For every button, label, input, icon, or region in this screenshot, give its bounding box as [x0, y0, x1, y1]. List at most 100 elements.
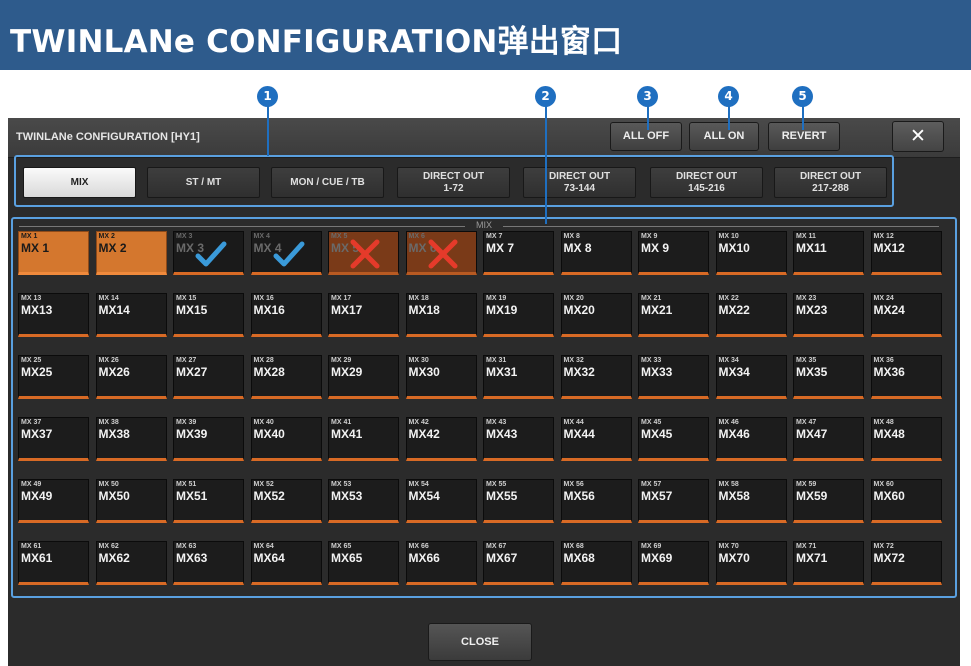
mix-cell-44[interactable]: MX 44 MX44	[560, 417, 632, 461]
mix-cell-55[interactable]: MX 55 MX55	[483, 479, 554, 523]
mix-cell-26[interactable]: MX 26 MX26	[95, 355, 167, 399]
mix-cell-70[interactable]: MX 70 MX70	[715, 541, 787, 585]
mix-cell-30[interactable]: MX 30 MX30	[405, 355, 477, 399]
mix-cell-53[interactable]: MX 53 MX53	[328, 479, 399, 523]
close-icon[interactable]: ✕	[892, 121, 944, 152]
mix-cell-42[interactable]: MX 42 MX42	[405, 417, 477, 461]
mix-cell-14[interactable]: MX 14 MX14	[95, 293, 167, 337]
revert-button[interactable]: REVERT	[768, 122, 840, 151]
mix-cell-24[interactable]: MX 24 MX24	[870, 293, 942, 337]
mix-cell-36[interactable]: MX 36 MX36	[870, 355, 942, 399]
mix-cell-59[interactable]: MX 59 MX59	[793, 479, 864, 523]
mix-cell-54[interactable]: MX 54 MX54	[405, 479, 477, 523]
tab-direct-out-1-72[interactable]: DIRECT OUT 1-72	[397, 167, 510, 198]
mix-cell-64[interactable]: MX 64 MX64	[250, 541, 322, 585]
mix-cell-49[interactable]: MX 49 MX49	[18, 479, 89, 523]
mix-cell-57[interactable]: MX 57 MX57	[638, 479, 709, 523]
mix-cell-40[interactable]: MX 40 MX40	[250, 417, 322, 461]
tab-direct-out-217-288[interactable]: DIRECT OUT 217-288	[774, 167, 887, 198]
cell-channel-label: MX 31	[486, 357, 507, 364]
mix-cell-60[interactable]: MX 60 MX60	[870, 479, 942, 523]
mix-cell-46[interactable]: MX 46 MX46	[715, 417, 787, 461]
cell-name: MX55	[486, 489, 518, 503]
mix-cell-51[interactable]: MX 51 MX51	[173, 479, 244, 523]
cell-name: MX21	[641, 303, 673, 317]
mix-cell-29[interactable]: MX 29 MX29	[328, 355, 399, 399]
mix-cell-15[interactable]: MX 15 MX15	[173, 293, 244, 337]
mix-cell-72[interactable]: MX 72 MX72	[870, 541, 942, 585]
mix-cell-27[interactable]: MX 27 MX27	[173, 355, 244, 399]
cell-name: MX38	[98, 427, 130, 441]
mix-cell-3[interactable]: MX 3 MX 3	[173, 231, 244, 275]
mix-cell-39[interactable]: MX 39 MX39	[173, 417, 244, 461]
mix-cell-8[interactable]: MX 8 MX 8	[560, 231, 632, 275]
cell-name: MX22	[718, 303, 750, 317]
mix-cell-19[interactable]: MX 19 MX19	[483, 293, 554, 337]
mix-cell-28[interactable]: MX 28 MX28	[250, 355, 322, 399]
cell-name: MX15	[176, 303, 208, 317]
all-off-button[interactable]: ALL OFF	[610, 122, 682, 151]
tab-direct-out-73-144[interactable]: DIRECT OUT 73-144	[523, 167, 636, 198]
cell-name: MX 9	[641, 241, 670, 255]
mix-cell-52[interactable]: MX 52 MX52	[250, 479, 322, 523]
mix-cell-17[interactable]: MX 17 MX17	[328, 293, 399, 337]
mix-cell-34[interactable]: MX 34 MX34	[715, 355, 787, 399]
cell-name: MX71	[796, 551, 828, 565]
cell-channel-label: MX 23	[796, 295, 817, 302]
cell-name: MX35	[796, 365, 828, 379]
mix-cell-65[interactable]: MX 65 MX65	[328, 541, 399, 585]
cell-channel-label: MX 53	[331, 481, 352, 488]
mix-cell-23[interactable]: MX 23 MX23	[793, 293, 864, 337]
mix-cell-50[interactable]: MX 50 MX50	[95, 479, 167, 523]
mix-cell-37[interactable]: MX 37 MX37	[18, 417, 89, 461]
mix-cell-21[interactable]: MX 21 MX21	[638, 293, 709, 337]
mix-cell-12[interactable]: MX 12 MX12	[870, 231, 942, 275]
mix-cell-68[interactable]: MX 68 MX68	[560, 541, 632, 585]
mix-cell-2[interactable]: MX 2 MX 2	[95, 231, 167, 275]
mix-cell-61[interactable]: MX 61 MX61	[18, 541, 89, 585]
mix-cell-56[interactable]: MX 56 MX56	[560, 479, 632, 523]
mix-cell-13[interactable]: MX 13 MX13	[18, 293, 89, 337]
mix-cell-47[interactable]: MX 47 MX47	[793, 417, 864, 461]
mix-cell-32[interactable]: MX 32 MX32	[560, 355, 632, 399]
mix-cell-16[interactable]: MX 16 MX16	[250, 293, 322, 337]
mix-cell-25[interactable]: MX 25 MX25	[18, 355, 89, 399]
mix-cell-45[interactable]: MX 45 MX45	[638, 417, 709, 461]
mix-cell-43[interactable]: MX 43 MX43	[483, 417, 554, 461]
tab-direct-out-145-216[interactable]: DIRECT OUT 145-216	[650, 167, 763, 198]
cell-name: MX51	[176, 489, 208, 503]
tab-mix[interactable]: MIX	[23, 167, 136, 198]
mix-cell-38[interactable]: MX 38 MX38	[95, 417, 167, 461]
mix-cell-31[interactable]: MX 31 MX31	[483, 355, 554, 399]
tab-mon-cue-tb[interactable]: MON / CUE / TB	[271, 167, 384, 198]
mix-cell-67[interactable]: MX 67 MX67	[483, 541, 554, 585]
mix-cell-48[interactable]: MX 48 MX48	[870, 417, 942, 461]
cell-channel-label: MX 4	[253, 233, 270, 240]
mix-cell-7[interactable]: MX 7 MX 7	[483, 231, 554, 275]
close-button[interactable]: CLOSE	[428, 623, 532, 661]
mix-cell-1[interactable]: MX 1 MX 1	[18, 231, 89, 275]
mix-cell-5[interactable]: MX 5 MX 5	[328, 231, 399, 275]
mix-cell-35[interactable]: MX 35 MX35	[793, 355, 864, 399]
mix-cell-66[interactable]: MX 66 MX66	[405, 541, 477, 585]
mix-cell-33[interactable]: MX 33 MX33	[638, 355, 709, 399]
tab-st-mt[interactable]: ST / MT	[147, 167, 260, 198]
mix-cell-9[interactable]: MX 9 MX 9	[638, 231, 709, 275]
mix-cell-69[interactable]: MX 69 MX69	[638, 541, 709, 585]
mix-cell-20[interactable]: MX 20 MX20	[560, 293, 632, 337]
mix-cell-11[interactable]: MX 11 MX11	[793, 231, 864, 275]
mix-cell-58[interactable]: MX 58 MX58	[715, 479, 787, 523]
cell-name: MX68	[563, 551, 595, 565]
mix-cell-10[interactable]: MX 10 MX10	[715, 231, 787, 275]
mix-cell-18[interactable]: MX 18 MX18	[405, 293, 477, 337]
all-on-button[interactable]: ALL ON	[689, 122, 759, 151]
mix-cell-4[interactable]: MX 4 MX 4	[250, 231, 322, 275]
mix-cell-6[interactable]: MX 6 MX 6	[405, 231, 477, 275]
mix-cell-62[interactable]: MX 62 MX62	[95, 541, 167, 585]
mix-cell-41[interactable]: MX 41 MX41	[328, 417, 399, 461]
mix-cell-22[interactable]: MX 22 MX22	[715, 293, 787, 337]
mix-cell-71[interactable]: MX 71 MX71	[793, 541, 864, 585]
mix-cell-63[interactable]: MX 63 MX63	[173, 541, 244, 585]
cell-name: MX67	[486, 551, 518, 565]
tab-sublabel: 217-288	[812, 182, 849, 194]
